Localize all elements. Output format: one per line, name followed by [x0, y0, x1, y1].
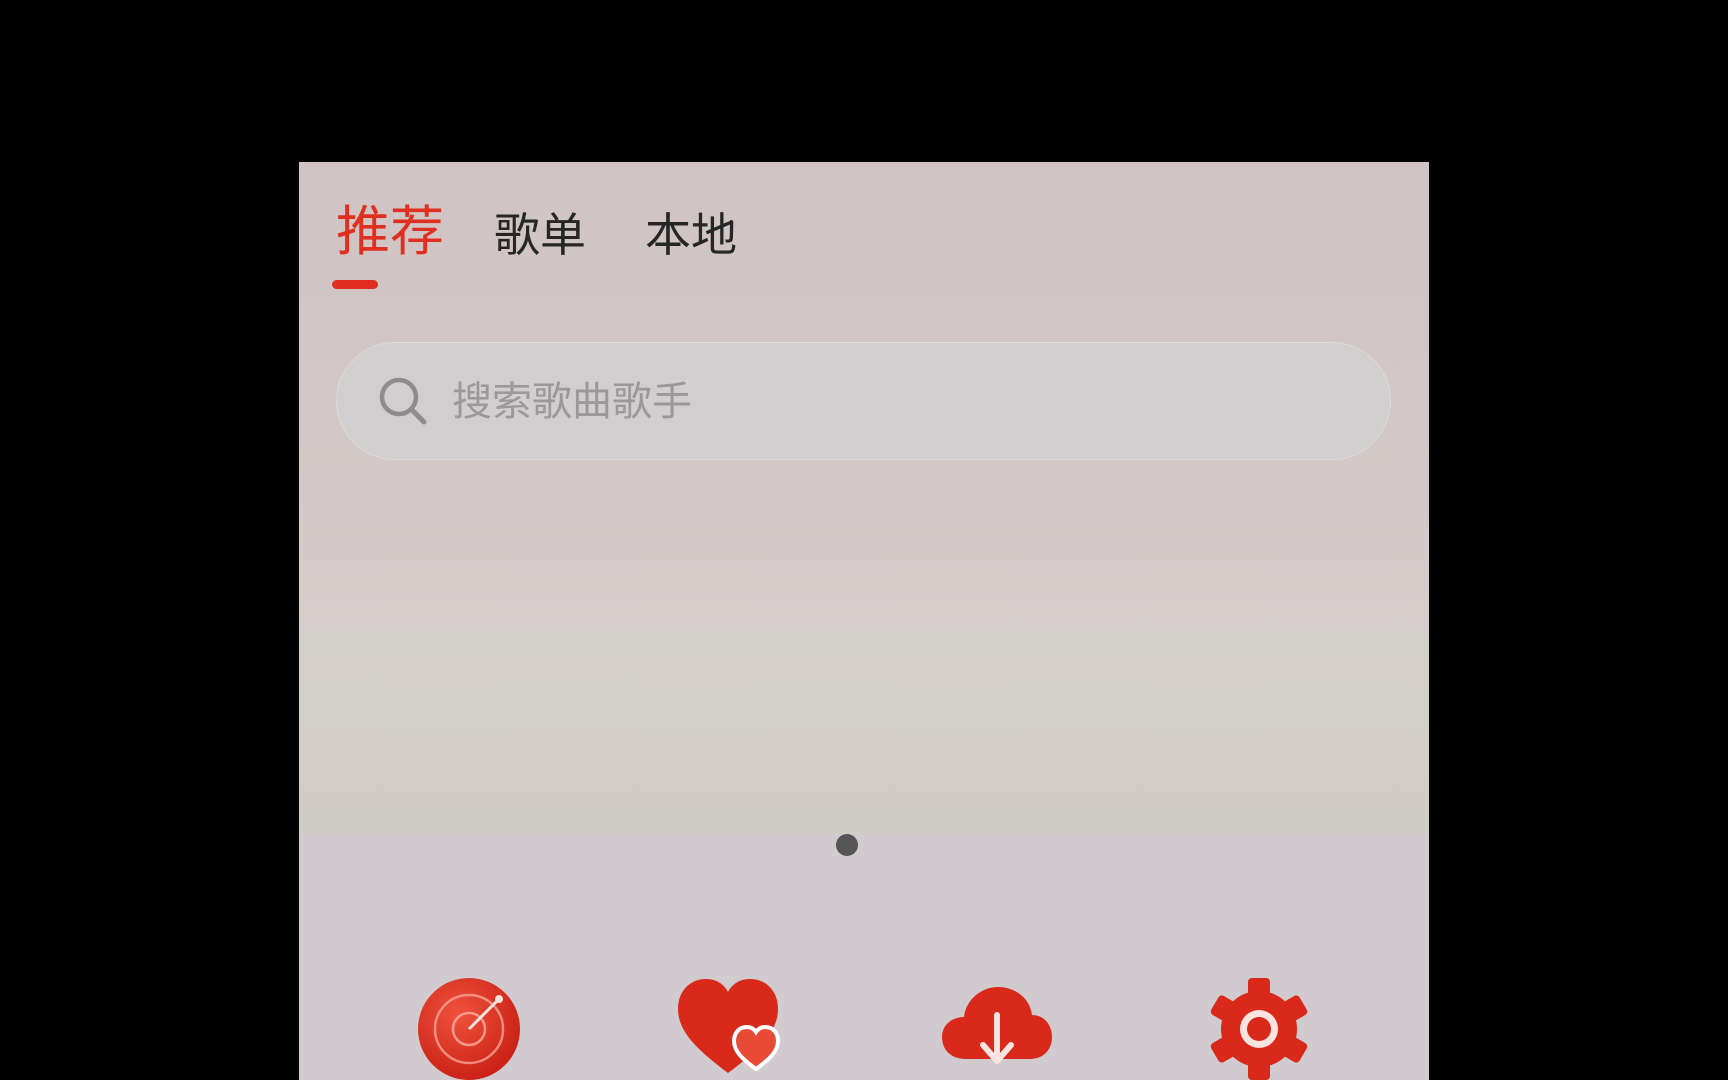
- cloud-download-icon: [942, 987, 1052, 1064]
- tab-local[interactable]: 本地: [645, 205, 737, 265]
- tab-playlists[interactable]: 歌单: [494, 205, 586, 265]
- tab-recommend[interactable]: 推荐: [336, 202, 444, 262]
- banner-page-indicator: [836, 834, 858, 856]
- quick-entry-favorites[interactable]: [676, 969, 796, 1080]
- search-input[interactable]: 搜索歌曲歌手: [452, 372, 692, 432]
- gear-icon: [1210, 978, 1308, 1080]
- quick-entry-settings[interactable]: [1207, 969, 1327, 1080]
- quick-entry-radar[interactable]: [415, 969, 535, 1080]
- quick-entry-download[interactable]: [940, 969, 1060, 1080]
- radar-icon: [418, 978, 520, 1080]
- banner-carousel[interactable]: [299, 634, 1429, 834]
- heart-icon: [678, 979, 781, 1073]
- search-icon: [379, 377, 427, 425]
- active-tab-indicator: [332, 280, 378, 289]
- search-bar[interactable]: 搜索歌曲歌手: [336, 342, 1391, 460]
- music-app-screen: 推荐 歌单 本地 搜索歌曲歌手: [299, 162, 1429, 1080]
